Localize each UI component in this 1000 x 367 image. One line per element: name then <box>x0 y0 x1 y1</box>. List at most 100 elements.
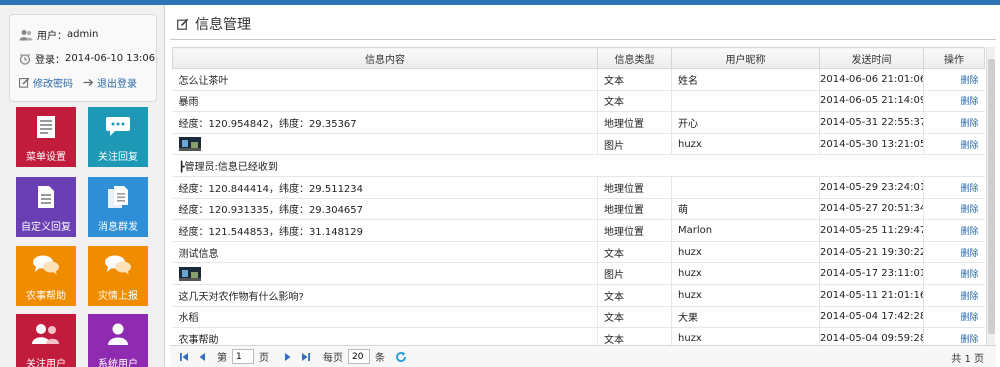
scrollbar-thumb[interactable] <box>988 59 995 334</box>
delete-link[interactable]: 删除 <box>960 313 978 323</box>
col-header-action: 操作 <box>923 47 985 69</box>
table-row: 这几天对农作物有什么影响? 文本 huzx 2014-05-11 21:01:16 删除 <box>172 284 985 307</box>
page-title-text: 信息管理 <box>195 17 251 33</box>
tile-custom-reply[interactable]: 自定义回复 <box>16 177 76 237</box>
tile-farm-help[interactable]: 农事帮助 <box>16 246 76 306</box>
title-divider <box>170 39 996 40</box>
tile-menu-settings[interactable]: 菜单设置 <box>16 107 76 167</box>
user-label: 用户： <box>37 31 67 42</box>
message-type: 图片 <box>597 262 672 285</box>
send-time: 2014-05-31 22:55:37 <box>819 111 924 134</box>
arrow-right-icon <box>83 79 94 86</box>
next-page-button[interactable] <box>283 352 293 362</box>
table-row: 经度：120.844414，纬度：29.511234 地理位置 2014-05-29… <box>172 176 985 199</box>
message-table: 信息内容 信息类型 用户昵称 发送时间 操作 怎么让茶叶 文本 姓名 2014-06-… <box>172 47 985 350</box>
message-content: 经度：120.844414，纬度：29.511234 <box>172 176 598 199</box>
table-row: 水稻 文本 大果 2014-05-04 17:42:28 删除 <box>172 306 985 329</box>
change-password-link[interactable]: 修改密码 <box>19 75 73 90</box>
login-row: 登录： 2014-06-10 13:06 <box>19 51 155 66</box>
chat-bubble-icon <box>106 117 130 136</box>
per-page-input[interactable] <box>348 349 370 364</box>
message-type: 图片 <box>597 133 672 156</box>
message-content: 水稻 <box>172 306 598 329</box>
send-time: 2014-05-21 19:30:22 <box>819 241 924 264</box>
tile-label: 系统用户 <box>98 359 138 367</box>
user-nickname: huzx <box>671 284 820 307</box>
last-page-button[interactable] <box>301 352 311 362</box>
page-number-input[interactable] <box>232 349 254 364</box>
delete-link[interactable]: 删除 <box>960 292 978 302</box>
message-type: 文本 <box>597 306 672 329</box>
logout-link[interactable]: 退出登录 <box>83 75 137 90</box>
send-time: 2014-05-29 23:24:01 <box>819 176 924 199</box>
col-header-nickname[interactable]: 用户昵称 <box>671 47 820 69</box>
user-nickname <box>671 176 820 199</box>
tile-disaster-report[interactable]: 灾情上报 <box>88 246 148 306</box>
send-time: 2014-05-25 11:29:47 <box>819 219 924 242</box>
user-nickname: 大果 <box>671 306 820 329</box>
message-content: 经度：120.931335，纬度：29.304657 <box>172 198 598 221</box>
table-row: 经度：121.544853，纬度：31.148129 地理位置 Marlon 2014… <box>172 219 985 242</box>
message-type: 地理位置 <box>597 111 672 134</box>
next-page-icon <box>285 352 291 361</box>
image-thumbnail[interactable] <box>178 137 201 152</box>
user-icon <box>108 323 128 345</box>
pagination-bar: 第 页 每页 条 共 1 页 <box>170 345 996 367</box>
delete-link[interactable]: 删除 <box>960 249 978 259</box>
reply-content: ┣管理员:信息已经收到 <box>172 154 985 177</box>
logout-label: 退出登录 <box>97 79 137 90</box>
delete-link[interactable]: 删除 <box>960 270 978 280</box>
col-header-time[interactable]: 发送时间 <box>819 47 924 69</box>
table-scrollbar[interactable] <box>986 47 995 346</box>
sidebar: 用户： admin 登录： 2014-06-10 13:06 修改密码 退出登录… <box>0 5 165 367</box>
col-header-content[interactable]: 信息内容 <box>172 47 598 69</box>
prev-page-icon <box>199 352 205 361</box>
user-nickname: Marlon <box>671 219 820 242</box>
user-nickname: 开心 <box>671 111 820 134</box>
user-nickname <box>671 90 820 113</box>
delete-link[interactable]: 删除 <box>960 227 978 237</box>
tile-label: 自定义回复 <box>21 222 71 233</box>
reply-row: ┣管理员:信息已经收到 <box>172 154 985 177</box>
user-icon <box>19 29 33 40</box>
tile-mass-message[interactable]: 消息群发 <box>88 177 148 237</box>
prev-page-button[interactable] <box>197 352 207 362</box>
send-time: 2014-05-27 20:51:34 <box>819 198 924 221</box>
message-type: 文本 <box>597 90 672 113</box>
message-content: 这几天对农作物有什么影响? <box>172 284 598 307</box>
user-nickname: huzx <box>671 262 820 285</box>
refresh-button[interactable] <box>395 351 407 363</box>
chat-bubbles-icon <box>33 255 59 275</box>
send-time: 2014-05-30 13:21:05 <box>819 133 924 156</box>
tile-label: 关注用户 <box>26 359 66 367</box>
login-time: 2014-06-10 13:06 <box>65 53 156 64</box>
user-row: 用户： admin <box>19 27 98 42</box>
delete-link[interactable]: 删除 <box>960 335 978 345</box>
message-type: 文本 <box>597 284 672 307</box>
table-row: 图片 huzx 2014-05-17 23:11:01 删除 <box>172 262 985 285</box>
user-links: 修改密码 退出登录 <box>19 75 147 90</box>
table-row: 暴雨 文本 2014-06-05 21:14:09 删除 <box>172 90 985 113</box>
first-page-icon <box>180 352 188 361</box>
image-thumbnail[interactable] <box>178 266 201 281</box>
document-icon <box>38 186 54 208</box>
total-pages: 共 1 页 <box>951 354 984 365</box>
users-icon <box>32 324 59 344</box>
user-info-box: 用户： admin 登录： 2014-06-10 13:06 修改密码 退出登录 <box>9 14 157 102</box>
tile-system-users[interactable]: 系统用户 <box>88 314 148 367</box>
col-header-type[interactable]: 信息类型 <box>597 47 672 69</box>
delete-link[interactable]: 删除 <box>960 205 978 215</box>
table-header-row: 信息内容 信息类型 用户昵称 发送时间 操作 <box>172 47 985 69</box>
delete-link[interactable]: 删除 <box>960 141 978 151</box>
delete-link[interactable]: 删除 <box>960 76 978 86</box>
user-nickname: huzx <box>671 241 820 264</box>
delete-link[interactable]: 删除 <box>960 97 978 107</box>
tile-follow-reply[interactable]: 关注回复 <box>88 107 148 167</box>
delete-link[interactable]: 删除 <box>960 184 978 194</box>
per-page-prefix: 每页 <box>323 353 343 364</box>
delete-link[interactable]: 删除 <box>960 119 978 129</box>
tile-followers[interactable]: 关注用户 <box>16 314 76 367</box>
send-time: 2014-05-17 23:11:01 <box>819 262 924 285</box>
change-password-label: 修改密码 <box>33 79 73 90</box>
first-page-button[interactable] <box>179 352 189 362</box>
